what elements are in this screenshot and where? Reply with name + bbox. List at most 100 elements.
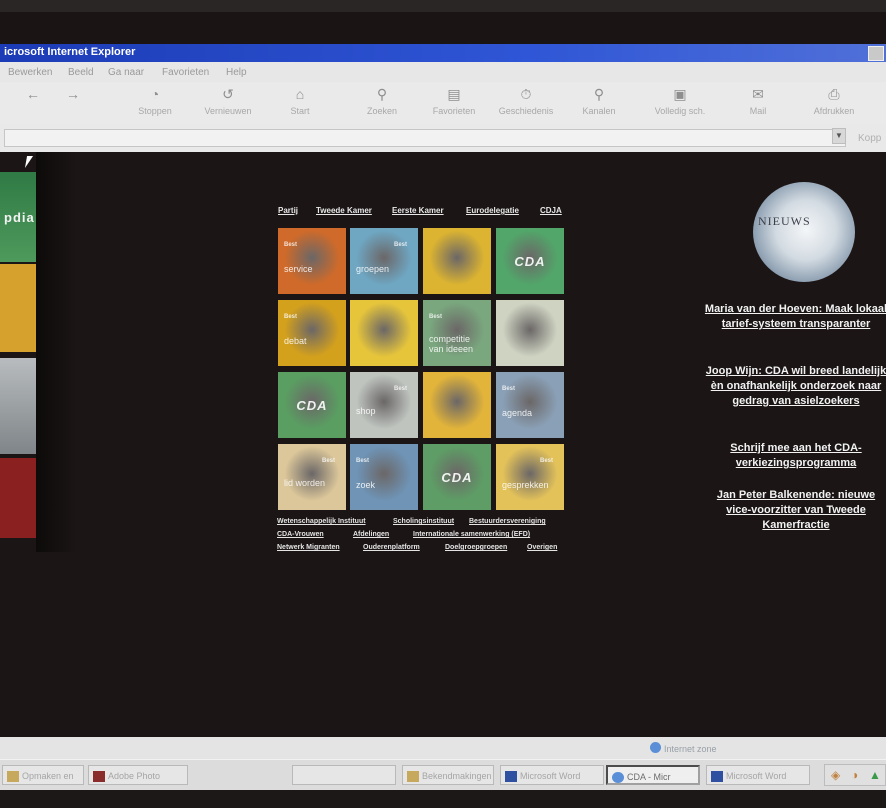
window-titlebar[interactable]: icrosoft Internet Explorer	[0, 44, 886, 62]
nav-link-partij[interactable]: Partij	[278, 206, 298, 215]
status-zone: Internet zone	[664, 744, 717, 754]
favorites-icon: ▤	[447, 86, 461, 102]
home-button[interactable]: ⌂ Start	[280, 86, 320, 116]
left-frame-label: pdia	[4, 210, 35, 225]
tile-blank[interactable]	[423, 372, 491, 438]
history-button[interactable]: ⏱ Geschiedenis	[494, 86, 558, 116]
tile-competitie-van-ideeen[interactable]: Best competitie van ideeen	[423, 300, 491, 366]
news-headline-4[interactable]: Jan Peter Balkenende: nieuwe vice-voorzi…	[704, 488, 886, 533]
tray-icon[interactable]: ◑	[851, 768, 858, 782]
stop-icon: ◔	[150, 86, 160, 102]
refresh-icon: ↺	[222, 86, 234, 102]
nav-link-eerste-kamer[interactable]: Eerste Kamer	[392, 206, 444, 215]
tile-agenda[interactable]: Best agenda	[496, 372, 564, 438]
tile-service[interactable]: Best service	[278, 228, 346, 294]
taskbar-button-bekendmakingen[interactable]: Bekendmakingen	[402, 765, 494, 785]
monitor-bezel-bottom	[0, 790, 886, 808]
link-afdelingen[interactable]: Afdelingen	[353, 531, 389, 538]
word-icon	[711, 771, 723, 783]
link-doelgroepgroepen[interactable]: Doelgroepgroepen	[445, 544, 507, 551]
nav-link-tweede-kamer[interactable]: Tweede Kamer	[316, 206, 372, 215]
links-label[interactable]: Kopp	[858, 133, 881, 144]
history-icon: ⏱	[520, 86, 532, 102]
menu-item-favorieten[interactable]: Favorieten	[162, 67, 209, 78]
monitor-bezel-top	[0, 0, 886, 12]
bottom-links: Wetenschappelijk Instituut Scholingsinst…	[277, 518, 569, 558]
tile-blank[interactable]	[423, 228, 491, 294]
left-frame-grey-block[interactable]	[0, 358, 36, 454]
taskbar-button-word-2[interactable]: Microsoft Word	[706, 765, 810, 785]
forward-arrow-icon: →	[66, 86, 80, 102]
tile-cda-logo[interactable]: CDA	[278, 372, 346, 438]
tray-icon[interactable]: ▲	[869, 768, 881, 782]
folder-icon	[407, 771, 419, 783]
mail-button[interactable]: ✉ Mail	[740, 86, 776, 116]
menu-item-help[interactable]: Help	[226, 67, 247, 78]
globe-icon	[650, 742, 661, 753]
menu-item-ga-naar[interactable]: Ga naar	[108, 67, 144, 78]
menu-item-beeld[interactable]: Beeld	[68, 67, 94, 78]
taskbar-button-cda-ie[interactable]: CDA - Micr	[606, 765, 700, 785]
folder-icon	[7, 771, 19, 783]
link-overigen[interactable]: Overigen	[527, 544, 557, 551]
status-bar	[0, 737, 886, 759]
tile-cda-logo[interactable]: CDA	[496, 228, 564, 294]
news-headline-3[interactable]: Schrijf mee aan het CDA-verkiezingsprogr…	[704, 441, 886, 471]
fullscreen-icon: ▣	[673, 86, 687, 102]
print-icon: ⎙	[828, 86, 840, 102]
left-frame-yellow-block[interactable]	[0, 264, 36, 352]
tile-debat[interactable]: Best debat	[278, 300, 346, 366]
news-headline-1[interactable]: Maria van der Hoeven: Maak lokaal tarief…	[704, 302, 886, 332]
ie-icon	[612, 772, 624, 783]
mail-icon: ✉	[752, 86, 764, 102]
left-frame-red-block[interactable]	[0, 458, 36, 538]
search-button[interactable]: ⚲ Zoeken	[360, 86, 404, 116]
taskbar-button-adobe-photoshop[interactable]: Adobe Photo	[88, 765, 188, 785]
taskbar-button-word-1[interactable]: Microsoft Word	[500, 765, 604, 785]
print-button[interactable]: ⎙ Afdrukken	[804, 86, 864, 116]
menu-item-bewerken[interactable]: Bewerken	[8, 67, 52, 78]
forward-button[interactable]: →	[58, 86, 88, 106]
taskbar-button-empty[interactable]	[292, 765, 396, 785]
home-icon: ⌂	[295, 86, 305, 102]
channels-icon: ⚲	[593, 86, 605, 102]
tile-zoek[interactable]: Best zoek	[350, 444, 418, 510]
back-arrow-icon: ←	[26, 86, 40, 102]
tile-blank[interactable]	[496, 300, 564, 366]
link-wetenschappelijk-instituut[interactable]: Wetenschappelijk Instituut	[277, 518, 366, 525]
address-input[interactable]	[4, 129, 846, 147]
tile-lid-worden[interactable]: Best lid worden	[278, 444, 346, 510]
address-bar	[0, 124, 886, 152]
word-icon	[505, 771, 517, 783]
link-internationale-samenwerking[interactable]: Internationale samenwerking (EFD)	[413, 531, 530, 538]
tile-grid: Best service Best groepen CDA Best debat Be…	[276, 226, 568, 514]
taskbar-button-opmaken[interactable]: Opmaken en	[2, 765, 84, 785]
refresh-button[interactable]: ↺ Vernieuwen	[198, 86, 258, 116]
system-tray: ◈ ◑ ▲	[824, 764, 886, 786]
link-netwerk-migranten[interactable]: Netwerk Migranten	[277, 544, 340, 551]
taskbar: Opmaken en Adobe Photo Bekendmakingen Mi…	[0, 759, 886, 791]
tile-shop[interactable]: Best shop	[350, 372, 418, 438]
news-logo-orb[interactable]	[753, 182, 855, 282]
stop-button[interactable]: ◔ Stoppen	[130, 86, 180, 116]
nav-link-cdja[interactable]: CDJA	[540, 206, 562, 215]
favorites-button[interactable]: ▤ Favorieten	[426, 86, 482, 116]
tray-icon[interactable]: ◈	[831, 768, 840, 782]
channels-button[interactable]: ⚲ Kanalen	[576, 86, 622, 116]
tile-blank[interactable]	[350, 300, 418, 366]
tile-cda-logo[interactable]: CDA	[423, 444, 491, 510]
tile-groepen[interactable]: Best groepen	[350, 228, 418, 294]
window-control-button[interactable]	[868, 46, 884, 61]
link-cda-vrouwen[interactable]: CDA-Vrouwen	[277, 531, 324, 538]
link-scholingsinstituut[interactable]: Scholingsinstituut	[393, 518, 454, 525]
nav-link-eurodelegatie[interactable]: Eurodelegatie	[466, 206, 519, 215]
news-headline-2[interactable]: Joop Wijn: CDA wil breed landelijk èn on…	[704, 364, 886, 409]
link-bestuurdersvereniging[interactable]: Bestuurdersvereniging	[469, 518, 546, 525]
back-button[interactable]: ←	[18, 86, 48, 106]
photoshop-icon	[93, 771, 105, 783]
address-dropdown-button[interactable]: ▼	[832, 128, 846, 144]
tile-gesprekken[interactable]: Best gesprekken	[496, 444, 564, 510]
fullscreen-button[interactable]: ▣ Volledig sch.	[646, 86, 714, 116]
frame-divider	[36, 152, 76, 552]
link-ouderenplatform[interactable]: Ouderenplatform	[363, 544, 420, 551]
